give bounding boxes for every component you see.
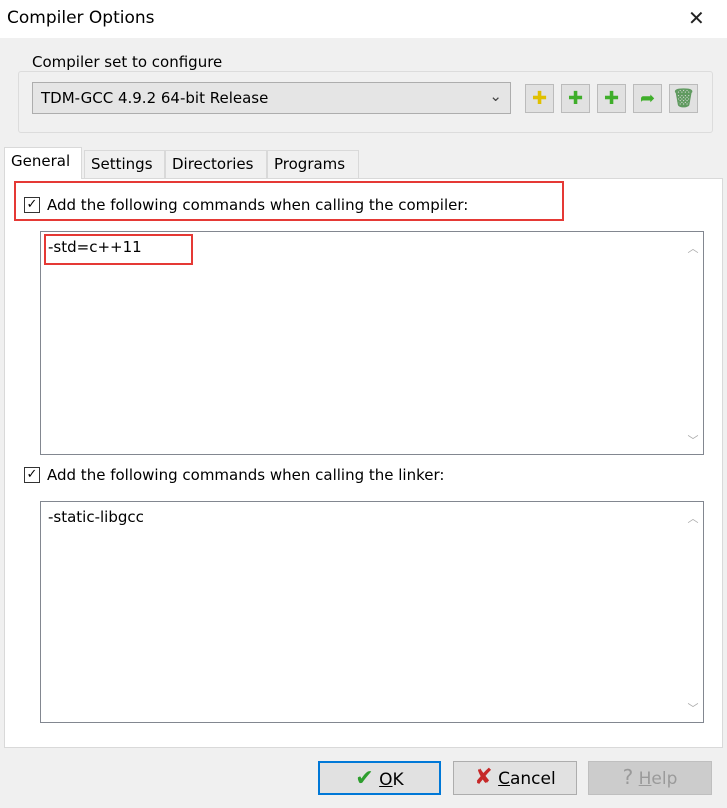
rename-icon: ➦ xyxy=(639,88,656,109)
scrollbar[interactable]: ︿ ﹀ xyxy=(683,232,703,454)
compiler-cmd-label: Add the following commands when calling … xyxy=(47,196,469,214)
copy-set-icon: ✚ xyxy=(531,88,548,109)
ok-label: K xyxy=(392,770,404,790)
title-bar: Compiler Options ✕ xyxy=(0,0,727,38)
add-set-button[interactable]: ✚ xyxy=(561,84,590,113)
cancel-label-mnemonic: C xyxy=(498,769,510,789)
rename-button[interactable]: ➦ xyxy=(633,84,662,113)
help-label-mnemonic: H xyxy=(638,769,652,789)
tab-settings[interactable]: Settings xyxy=(84,150,165,178)
help-icon: ? xyxy=(622,765,634,789)
help-label: elp xyxy=(651,769,678,789)
delete-icon: 🗑 xyxy=(672,88,695,109)
ok-button[interactable]: ✔ OK xyxy=(318,761,441,795)
highlight-box xyxy=(44,234,193,265)
help-button[interactable]: ? Help xyxy=(588,761,712,795)
compiler-cmd-checkbox[interactable]: ✓ xyxy=(24,197,40,213)
linker-cmd-checkbox[interactable]: ✓ xyxy=(24,467,40,483)
add-from-folder-icon: ✚ xyxy=(603,88,620,109)
copy-set-button[interactable]: ✚ xyxy=(525,84,554,113)
tab-programs[interactable]: Programs xyxy=(267,150,359,178)
ok-label-mnemonic: O xyxy=(379,770,393,790)
chevron-down-icon: ⌄ xyxy=(489,87,502,105)
tab-general[interactable]: General xyxy=(4,147,82,179)
compiler-set-value: TDM-GCC 4.9.2 64-bit Release xyxy=(41,89,269,107)
compiler-set-label: Compiler set to configure xyxy=(28,53,227,71)
linker-cmd-label: Add the following commands when calling … xyxy=(47,466,445,484)
linker-cmd-textarea[interactable]: -static-libgcc ︿ ﹀ xyxy=(40,501,704,723)
cancel-label: ancel xyxy=(509,769,556,789)
window-title: Compiler Options xyxy=(7,8,155,28)
x-icon: ✘ xyxy=(474,765,493,790)
compiler-set-select[interactable]: TDM-GCC 4.9.2 64-bit Release ⌄ xyxy=(32,82,511,114)
add-set-icon: ✚ xyxy=(567,88,584,109)
tab-directories[interactable]: Directories xyxy=(165,150,267,178)
check-icon: ✔ xyxy=(355,766,374,791)
scrollbar[interactable]: ︿ ﹀ xyxy=(683,502,703,722)
close-icon[interactable]: ✕ xyxy=(688,6,705,30)
linker-cmd-text: -static-libgcc xyxy=(48,508,144,526)
delete-button[interactable]: 🗑 xyxy=(669,84,698,113)
add-from-folder-button[interactable]: ✚ xyxy=(597,84,626,113)
cancel-button[interactable]: ✘ Cancel xyxy=(453,761,577,795)
